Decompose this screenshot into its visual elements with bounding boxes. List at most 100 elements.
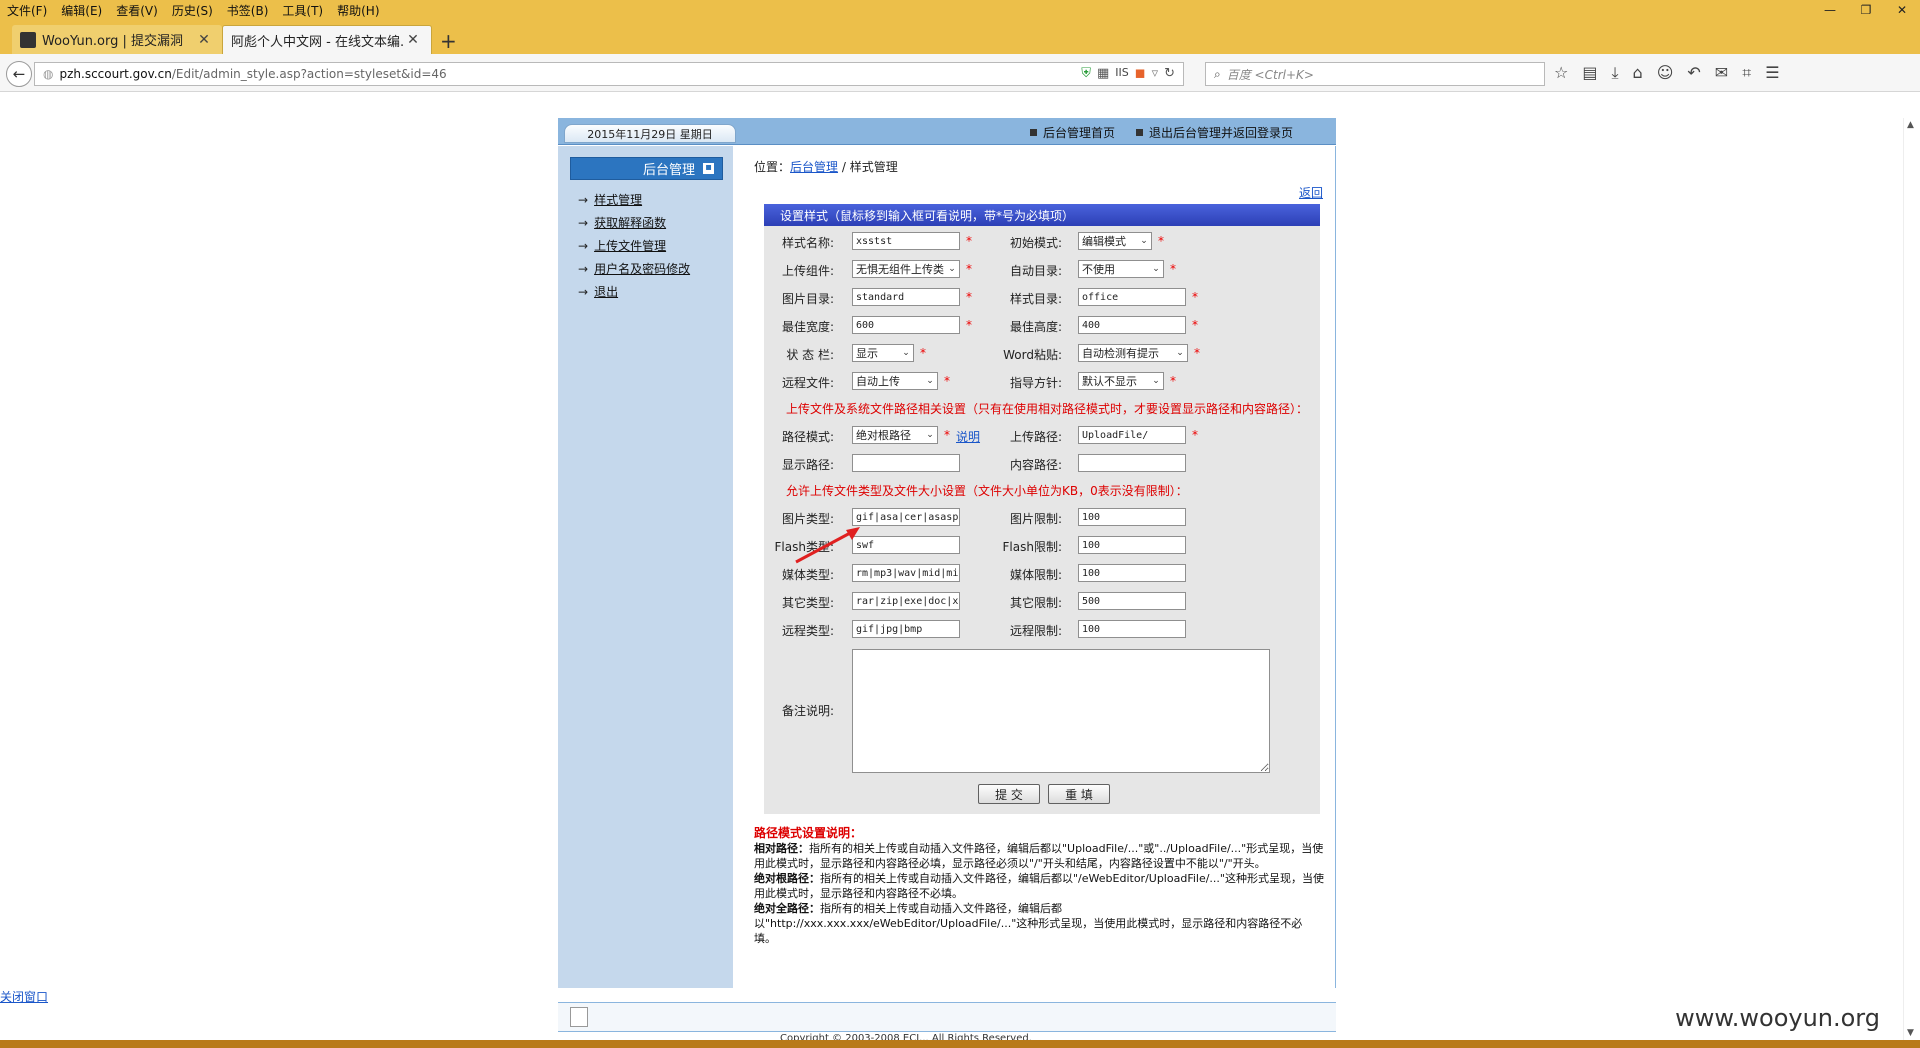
tab-close-icon[interactable]: ✕ (196, 32, 212, 48)
navigation-bar: ← ◍ pzh.sccourt.gov.cn /Edit/admin_style… (0, 54, 1920, 92)
sidebar-title: 后台管理 (642, 163, 695, 178)
menu-icon[interactable]: ☰ (1765, 63, 1779, 83)
shield-icon[interactable]: ⛨ (1081, 66, 1091, 81)
path-mode-help-link[interactable]: 说明 (956, 428, 980, 445)
menu-tools[interactable]: 工具(T) (275, 2, 330, 19)
init-mode-select[interactable]: 编辑模式 ⌄ (1078, 232, 1152, 250)
flash-limit-input[interactable] (1078, 536, 1186, 554)
scroll-down-icon[interactable]: ▼ (1907, 1028, 1914, 1038)
minimize-icon[interactable]: — (1812, 0, 1848, 20)
sidebar-header[interactable]: 后台管理 ▪ (570, 157, 723, 180)
upload-path-input[interactable] (1078, 426, 1186, 444)
flash-types-input[interactable] (852, 536, 960, 554)
display-path-input[interactable] (852, 454, 960, 472)
back-button[interactable]: ← (6, 61, 32, 87)
page-scrollbar[interactable]: ▲ ▼ (1903, 118, 1920, 1040)
wooyun-favicon-icon (20, 31, 36, 48)
tab-wooyun[interactable]: WooYun.org | 提交漏洞 ✕ (12, 25, 222, 54)
sidebar-item-password-change: → 用户名及密码修改 (578, 257, 690, 280)
admin-home-link[interactable]: 后台管理首页 (1030, 124, 1115, 141)
best-height-input[interactable] (1078, 316, 1186, 334)
other-types-input[interactable] (852, 592, 960, 610)
reset-button[interactable]: 重 填 (1048, 784, 1110, 804)
tab-editor[interactable]: 阿彪个人中文网 - 在线文本编... ✕ (222, 25, 432, 54)
sidebar-link[interactable]: 样式管理 (594, 191, 642, 208)
form-row: 上传组件: 无惧无组件上传类 ⌄ * 自动目录: 不使用 ⌄ * (764, 260, 1320, 280)
date-display: 2015年11月29日 星期日 (564, 124, 736, 143)
status-bar-select[interactable]: 显示 ⌄ (852, 344, 914, 362)
logout-return-link[interactable]: 退出后台管理并返回登录页 (1136, 124, 1293, 141)
remote-limit-input[interactable] (1078, 620, 1186, 638)
home-icon[interactable]: ⌂ (1633, 63, 1643, 83)
menu-help[interactable]: 帮助(H) (330, 2, 386, 19)
sidebar-link[interactable]: 上传文件管理 (594, 237, 666, 254)
breadcrumb-admin-link[interactable]: 后台管理 (790, 160, 838, 174)
image-limit-input[interactable] (1078, 508, 1186, 526)
watermark: www.wooyun.org (1675, 1004, 1880, 1032)
path-mode-value: 绝对根路径 (856, 429, 911, 442)
new-tab-icon[interactable]: + (440, 29, 457, 53)
menu-history[interactable]: 历史(S) (165, 2, 220, 19)
guide-select[interactable]: 默认不显示 ⌄ (1078, 372, 1164, 390)
menu-file[interactable]: 文件(F) (0, 2, 54, 19)
remote-types-input[interactable] (852, 620, 960, 638)
media-limit-input[interactable] (1078, 564, 1186, 582)
sidebar-item-style-management: → 样式管理 (578, 188, 690, 211)
required-mark: * (944, 374, 950, 388)
required-mark: * (1170, 262, 1176, 276)
site-info-icon[interactable]: ◍ (43, 67, 53, 81)
style-name-input[interactable] (852, 232, 960, 250)
form-row: 路径模式: 绝对根路径 ⌄ * 说明 上传路径: * (764, 426, 1320, 446)
best-width-input[interactable] (852, 316, 960, 334)
help-title: 路径模式设置说明： (754, 826, 863, 840)
undo-icon[interactable]: ↶ (1687, 63, 1700, 83)
breadcrumb-separator: / (838, 160, 850, 174)
word-paste-select[interactable]: 自动检测有提示 ⌄ (1078, 344, 1188, 362)
restore-icon[interactable]: ❐ (1848, 0, 1884, 20)
address-bar[interactable]: ◍ pzh.sccourt.gov.cn /Edit/admin_style.a… (34, 62, 1184, 86)
return-link[interactable]: 返回 (1299, 184, 1323, 201)
dropdown-icon[interactable]: ▿ (1152, 66, 1159, 81)
other-types-label: 其它类型: (781, 596, 834, 610)
submit-button[interactable]: 提 交 (978, 784, 1040, 804)
remark-textarea[interactable] (852, 649, 1270, 773)
remote-types-label: 远程类型: (781, 624, 834, 638)
menu-view[interactable]: 查看(V) (109, 2, 165, 19)
tab-close-icon[interactable]: ✕ (405, 32, 421, 48)
collapse-icon[interactable]: ▪ (703, 163, 714, 174)
menu-bookmarks[interactable]: 书签(B) (220, 2, 276, 19)
form-row: 其它类型: 其它限制: (764, 592, 1320, 612)
style-dir-input[interactable] (1078, 288, 1186, 306)
close-window-link[interactable]: 关闭窗口 (0, 988, 48, 1005)
close-icon[interactable]: ✕ (1884, 0, 1920, 20)
crop-icon[interactable]: ⌗ (1742, 63, 1751, 83)
content-path-input[interactable] (1078, 454, 1186, 472)
image-types-input[interactable] (852, 508, 960, 526)
iis-indicator[interactable]: IIS (1115, 66, 1128, 81)
chevron-down-icon: ⌄ (948, 264, 956, 274)
other-limit-input[interactable] (1078, 592, 1186, 610)
sidebar-link[interactable]: 退出 (594, 283, 618, 300)
reload-icon[interactable]: ↻ (1164, 66, 1175, 81)
reader-icon[interactable]: ▤ (1582, 63, 1597, 83)
image-dir-input[interactable] (852, 288, 960, 306)
help-relative: 相对路径：指所有的相关上传或自动插入文件路径，编辑后都以"UploadFile/… (754, 841, 1324, 871)
grid-icon[interactable]: ▦ (1097, 66, 1109, 81)
chat-icon[interactable]: ☺ (1657, 63, 1674, 83)
search-input[interactable]: ⌕ 百度 <Ctrl+K> (1205, 62, 1545, 86)
path-mode-select[interactable]: 绝对根路径 ⌄ (852, 426, 938, 444)
remote-file-select[interactable]: 自动上传 ⌄ (852, 372, 938, 390)
download-icon[interactable]: ⤓ (1611, 63, 1618, 83)
menu-edit[interactable]: 编辑(E) (54, 2, 109, 19)
arrow-right-icon: → (578, 261, 589, 276)
upload-component-select[interactable]: 无惧无组件上传类 ⌄ (852, 260, 960, 278)
scroll-up-icon[interactable]: ▲ (1907, 120, 1914, 130)
flash-limit-label: Flash限制: (1002, 540, 1063, 554)
message-icon[interactable]: ✉ (1715, 63, 1728, 83)
sidebar-link[interactable]: 获取解释函数 (594, 214, 666, 231)
bookmark-star-icon[interactable]: ☆ (1554, 63, 1568, 83)
sidebar-link[interactable]: 用户名及密码修改 (594, 260, 690, 277)
form-row: 状 态 栏: 显示 ⌄ * Word粘贴: 自动检测有提示 ⌄ * (764, 344, 1320, 364)
auto-dir-select[interactable]: 不使用 ⌄ (1078, 260, 1164, 278)
media-types-input[interactable] (852, 564, 960, 582)
